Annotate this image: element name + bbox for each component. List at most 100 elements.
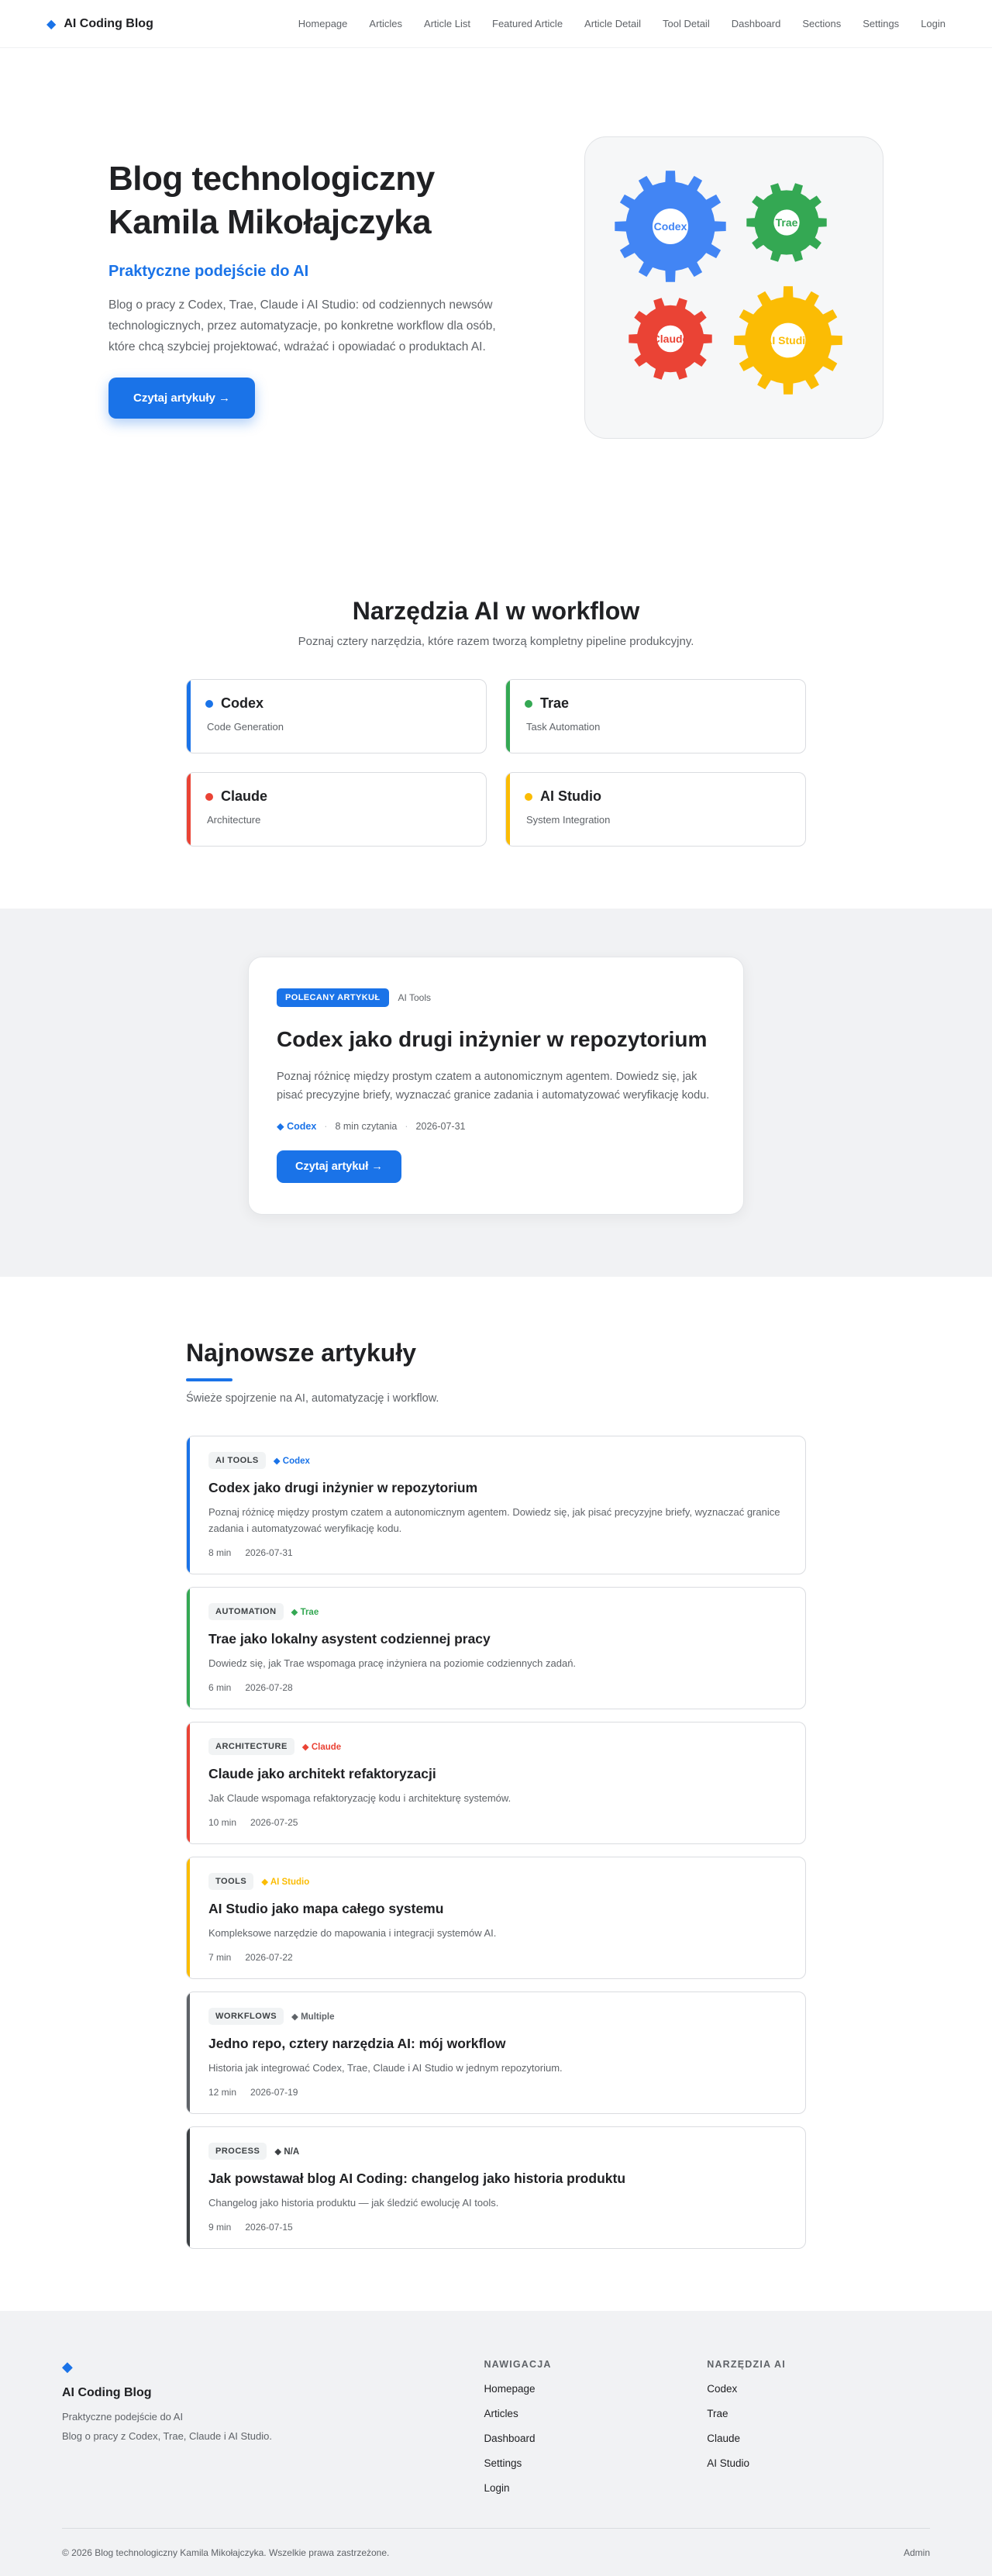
article-card[interactable]: PROCESS ◆ N/A Jak powstawał blog AI Codi… (186, 2126, 806, 2249)
footer-tagline: Praktyczne podejście do AI (62, 2411, 184, 2423)
article-date: 2026-07-25 (250, 1817, 298, 1828)
article-category: TOOLS (208, 1873, 254, 1890)
article-title[interactable]: Claude jako architekt refaktoryzacji (208, 1766, 785, 1782)
gear-icon-codex: Codex (615, 171, 726, 282)
article-tags: PROCESS ◆ N/A (208, 2143, 785, 2160)
nav-link-featured-article[interactable]: Featured Article (492, 18, 563, 29)
footer-brand-name: AI Coding Blog (62, 2386, 152, 2399)
status-dot-icon (525, 792, 532, 801)
article-meta: 9 min 2026-07-15 (208, 2222, 785, 2233)
article-read-time: 6 min (208, 1682, 232, 1693)
article-date: 2026-07-15 (245, 2222, 293, 2233)
featured-tags: POLECANY ARTYKUŁ AI Tools (277, 988, 715, 1007)
tool-card-trae[interactable]: Trae Task Automation (505, 679, 806, 753)
latest-subtitle: Świeże spojrzenie na AI, automatyzację i… (186, 1392, 439, 1405)
article-meta: 7 min 2026-07-22 (208, 1952, 785, 1963)
tool-card-claude[interactable]: Claude Architecture (186, 772, 487, 847)
article-read-time: 9 min (208, 2222, 232, 2233)
status-dot-icon (525, 699, 532, 708)
article-category: ARCHITECTURE (208, 1738, 294, 1755)
diamond-icon: ◆ (62, 2359, 73, 2374)
footer-link-claude[interactable]: Claude (707, 2433, 930, 2444)
tool-card-desc: Task Automation (526, 721, 601, 733)
featured-tool-link[interactable]: ◆ Codex (277, 1120, 316, 1132)
footer-brand: ◆ AI Coding Blog Praktyczne podejście do… (62, 2359, 484, 2494)
article-tags: ARCHITECTURE ◆ Claude (208, 1738, 785, 1755)
read-article-button[interactable]: Czytaj artykuł → (277, 1150, 401, 1183)
title-underline (186, 1378, 232, 1381)
tool-card-title: Claude (205, 788, 467, 805)
status-dot-icon (205, 792, 213, 801)
tool-card-desc: System Integration (526, 814, 611, 826)
nav-link-tool-detail[interactable]: Tool Detail (663, 18, 710, 29)
footer-link-dashboard[interactable]: Dashboard (484, 2433, 707, 2444)
article-tool[interactable]: ◆ AI Studio (261, 1876, 309, 1887)
footer-link-trae[interactable]: Trae (707, 2408, 930, 2419)
article-tool[interactable]: ◆ Codex (274, 1455, 310, 1466)
article-tool[interactable]: ◆ N/A (274, 2146, 299, 2157)
tool-card-ai-studio[interactable]: AI Studio System Integration (505, 772, 806, 847)
hero-title: Blog technologiczny Kamila Mikołajczyka (108, 157, 522, 244)
gear-icon-ai-studio: AI Studio (734, 286, 842, 395)
footer-link-homepage[interactable]: Homepage (484, 2383, 707, 2395)
hero-section: Blog technologiczny Kamila Mikołajczyka … (0, 48, 992, 527)
article-card[interactable]: ARCHITECTURE ◆ Claude Claude jako archit… (186, 1722, 806, 1844)
tool-card-name: AI Studio (540, 788, 601, 804)
tool-card-codex[interactable]: Codex Code Generation (186, 679, 487, 753)
gear-label: Codex (654, 220, 687, 233)
footer-link-articles[interactable]: Articles (484, 2408, 707, 2419)
article-tool[interactable]: ◆ Multiple (291, 2011, 334, 2022)
footer-link-settings[interactable]: Settings (484, 2457, 707, 2469)
article-card[interactable]: WORKFLOWS ◆ Multiple Jedno repo, cztery … (186, 1991, 806, 2114)
article-read-time: 10 min (208, 1817, 237, 1828)
latest-title: Najnowsze artykuły (186, 1339, 416, 1367)
article-category: PROCESS (208, 2143, 267, 2160)
article-description: Kompleksowe narzędzie do mapowania i int… (208, 1927, 497, 1939)
nav-link-article-detail[interactable]: Article Detail (584, 18, 641, 29)
article-title[interactable]: Codex jako drugi inżynier w repozytorium (208, 1480, 785, 1496)
brand-name: AI Coding Blog (64, 16, 153, 30)
article-tags: AI TOOLS ◆ Codex (208, 1452, 785, 1469)
nav-link-articles[interactable]: Articles (369, 18, 402, 29)
admin-link[interactable]: Admin (904, 2547, 930, 2558)
featured-title[interactable]: Codex jako drugi inżynier w repozytorium (277, 1027, 715, 1052)
article-title[interactable]: AI Studio jako mapa całego systemu (208, 1901, 785, 1917)
meta-separator: · (324, 1120, 328, 1132)
article-card[interactable]: AI TOOLS ◆ Codex Codex jako drugi inżyni… (186, 1436, 806, 1574)
article-title[interactable]: Jak powstawał blog AI Coding: changelog … (208, 2171, 785, 2187)
article-tool[interactable]: ◆ Trae (291, 1606, 319, 1617)
footer-link-login[interactable]: Login (484, 2482, 707, 2494)
article-read-time: 8 min (208, 1547, 232, 1558)
nav-link-login[interactable]: Login (921, 18, 946, 29)
article-title[interactable]: Jedno repo, cztery narzędzia AI: mój wor… (208, 2036, 785, 2052)
footer-tools-heading: NARZĘDZIA AI (707, 2359, 786, 2370)
article-card[interactable]: TOOLS ◆ AI Studio AI Studio jako mapa ca… (186, 1857, 806, 1979)
footer-link-codex[interactable]: Codex (707, 2383, 930, 2395)
article-description: Dowiedz się, jak Trae wspomaga pracę inż… (208, 1657, 577, 1669)
article-title[interactable]: Trae jako lokalny asystent codziennej pr… (208, 1631, 785, 1647)
tool-card-desc: Code Generation (207, 721, 284, 733)
article-tags: WORKFLOWS ◆ Multiple (208, 2008, 785, 2025)
hero-text: Blog technologiczny Kamila Mikołajczyka … (108, 157, 522, 419)
brand-logo[interactable]: ◆ AI Coding Blog (46, 16, 153, 32)
article-tags: AUTOMATION ◆ Trae (208, 1603, 785, 1620)
top-nav: ◆ AI Coding Blog Homepage Articles Artic… (0, 0, 992, 48)
read-articles-button[interactable]: Czytaj artykuły → (108, 377, 256, 419)
article-description: Historia jak integrować Codex, Trae, Cla… (208, 2062, 563, 2074)
footer-grid: ◆ AI Coding Blog Praktyczne podejście do… (62, 2359, 930, 2494)
footer-link-ai-studio[interactable]: AI Studio (707, 2457, 930, 2469)
nav-link-homepage[interactable]: Homepage (298, 18, 348, 29)
nav-link-article-list[interactable]: Article List (424, 18, 470, 29)
featured-read-time: 8 min czytania (335, 1120, 398, 1132)
footer-bottom: © 2026 Blog technologiczny Kamila Mikoła… (62, 2528, 930, 2576)
hero-title-line1: Blog technologiczny (108, 159, 435, 198)
article-date: 2026-07-28 (245, 1682, 293, 1693)
tool-card-title: Trae (525, 695, 787, 712)
nav-link-settings[interactable]: Settings (863, 18, 899, 29)
tool-card-title: AI Studio (525, 788, 787, 805)
nav-link-sections[interactable]: Sections (802, 18, 841, 29)
article-card[interactable]: AUTOMATION ◆ Trae Trae jako lokalny asys… (186, 1587, 806, 1709)
tools-section: Narzędzia AI w workflow Poznaj cztery na… (0, 527, 992, 909)
nav-link-dashboard[interactable]: Dashboard (732, 18, 781, 29)
article-tool[interactable]: ◆ Claude (302, 1741, 341, 1752)
